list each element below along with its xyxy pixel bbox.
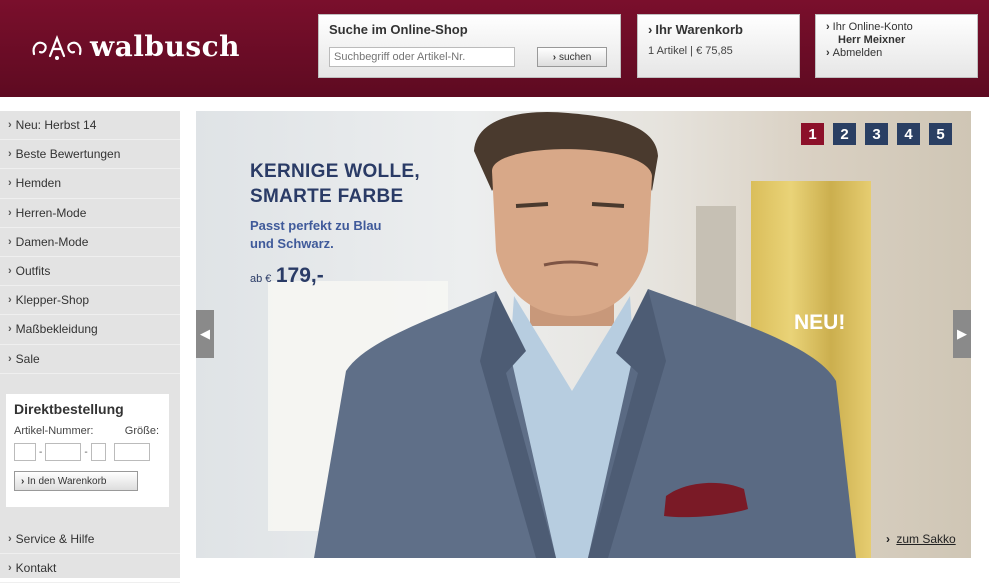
chevron-right-icon: ›	[8, 177, 12, 190]
sidebar-item-kontakt[interactable]: › Kontakt	[0, 554, 180, 583]
sidebar-item-sale[interactable]: › Sale	[0, 345, 180, 374]
search-button[interactable]: › suchen	[537, 47, 607, 67]
hero-subline: Passt perfekt zu Blau und Schwarz.	[250, 218, 382, 251]
account-link[interactable]: › Ihr Online-Konto	[826, 21, 967, 34]
sidebar-item-herren-mode[interactable]: › Herren-Mode	[0, 199, 180, 228]
chevron-right-icon: ›	[8, 119, 12, 132]
chevron-right-icon: ›	[8, 294, 12, 307]
chevron-right-icon: ›	[8, 562, 12, 575]
cart-summary: 1 Artikel | € 75,85	[648, 45, 733, 57]
sidebar-item-klepper-shop[interactable]: › Klepper-Shop	[0, 286, 180, 316]
separator: -	[39, 446, 43, 458]
search-title: Suche im Online-Shop	[329, 22, 468, 37]
cart-title: Ihr Warenkorb	[655, 22, 743, 37]
slide-page-5[interactable]: 5	[929, 123, 952, 145]
article-number-part-2[interactable]	[45, 443, 82, 461]
chevron-right-icon: ›	[8, 352, 12, 365]
walbusch-logo[interactable]: walbusch	[28, 30, 240, 63]
hero-banner[interactable]: KERNIGE WOLLE, SMARTE FARBE Passt perfek…	[196, 111, 971, 558]
chevron-right-icon: ›	[8, 323, 12, 336]
chevron-right-icon: ›	[21, 475, 25, 487]
chevron-right-icon: ›	[8, 148, 12, 161]
prev-slide-button[interactable]: ◀	[196, 310, 214, 358]
logout-link[interactable]: › Abmelden	[826, 47, 967, 60]
category-sidebar: › Neu: Herbst 14 › Beste Bewertungen › Hemd…	[0, 111, 180, 583]
article-number-part-1[interactable]	[14, 443, 36, 461]
site-header: walbusch Suche im Online-Shop › suchen ›…	[0, 0, 989, 97]
sidebar-item-neu[interactable]: › Neu: Herbst 14	[0, 111, 180, 141]
hero-price: ab € 179,-	[250, 264, 324, 288]
price-prefix: ab €	[250, 273, 272, 285]
chevron-left-icon: ◀	[200, 326, 210, 341]
new-badge: NEU!	[794, 311, 846, 334]
chevron-right-icon: ›	[8, 265, 12, 278]
hero-headline: KERNIGE WOLLE, SMARTE FARBE	[250, 161, 420, 207]
chevron-right-icon: ▶	[957, 326, 967, 341]
direct-order-title: Direktbestellung	[14, 401, 124, 417]
price-value: 179,-	[275, 264, 324, 287]
sidebar-item-damen-mode[interactable]: › Damen-Mode	[0, 228, 180, 257]
size-label: Größe:	[124, 425, 159, 437]
size-input[interactable]	[113, 443, 150, 461]
search-panel: Suche im Online-Shop › suchen	[318, 14, 621, 78]
chevron-right-icon: ›	[648, 22, 653, 37]
slide-page-1[interactable]: 1	[801, 123, 824, 145]
slide-page-2[interactable]: 2	[833, 123, 856, 145]
chevron-right-icon: ›	[826, 21, 830, 33]
slide-page-4[interactable]: 4	[897, 123, 920, 145]
direct-order-panel: Direktbestellung Artikel-Nummer: Größe: …	[6, 394, 169, 507]
sidebar-item-massbekleidung[interactable]: › Maßbekleidung	[0, 315, 180, 345]
add-to-cart-button[interactable]: › In den Warenkorb	[14, 471, 138, 491]
slide-pager: 1 2 3 4 5	[801, 123, 952, 145]
separator: -	[84, 446, 88, 458]
brand-name: walbusch	[90, 30, 240, 63]
account-panel: › Ihr Online-Konto Herr Meixner › Abmelden	[815, 14, 978, 78]
sidebar-item-service[interactable]: › Service & Hilfe	[0, 525, 180, 555]
chevron-right-icon: ›	[8, 235, 12, 248]
slide-page-3[interactable]: 3	[865, 123, 888, 145]
article-number-part-3[interactable]	[90, 443, 106, 461]
view-jacket-link[interactable]: › zum Sakko	[886, 532, 956, 546]
cart-panel[interactable]: › Ihr Warenkorb 1 Artikel | € 75,85	[637, 14, 800, 78]
search-button-label: suchen	[559, 51, 592, 63]
crest-icon	[28, 32, 86, 62]
chevron-right-icon: ›	[8, 206, 12, 219]
sidebar-item-outfits[interactable]: › Outfits	[0, 257, 180, 287]
chevron-right-icon: ›	[8, 533, 12, 546]
sidebar-item-bewertungen[interactable]: › Beste Bewertungen	[0, 140, 180, 170]
chevron-right-icon: ›	[886, 532, 890, 546]
chevron-right-icon: ›	[552, 51, 557, 63]
account-user: Herr Meixner	[838, 34, 906, 46]
article-number-label: Artikel-Nummer:	[14, 425, 94, 437]
search-input[interactable]	[329, 47, 515, 67]
chevron-right-icon: ›	[826, 47, 830, 59]
sidebar-item-hemden[interactable]: › Hemden	[0, 169, 180, 199]
next-slide-button[interactable]: ▶	[953, 310, 971, 358]
